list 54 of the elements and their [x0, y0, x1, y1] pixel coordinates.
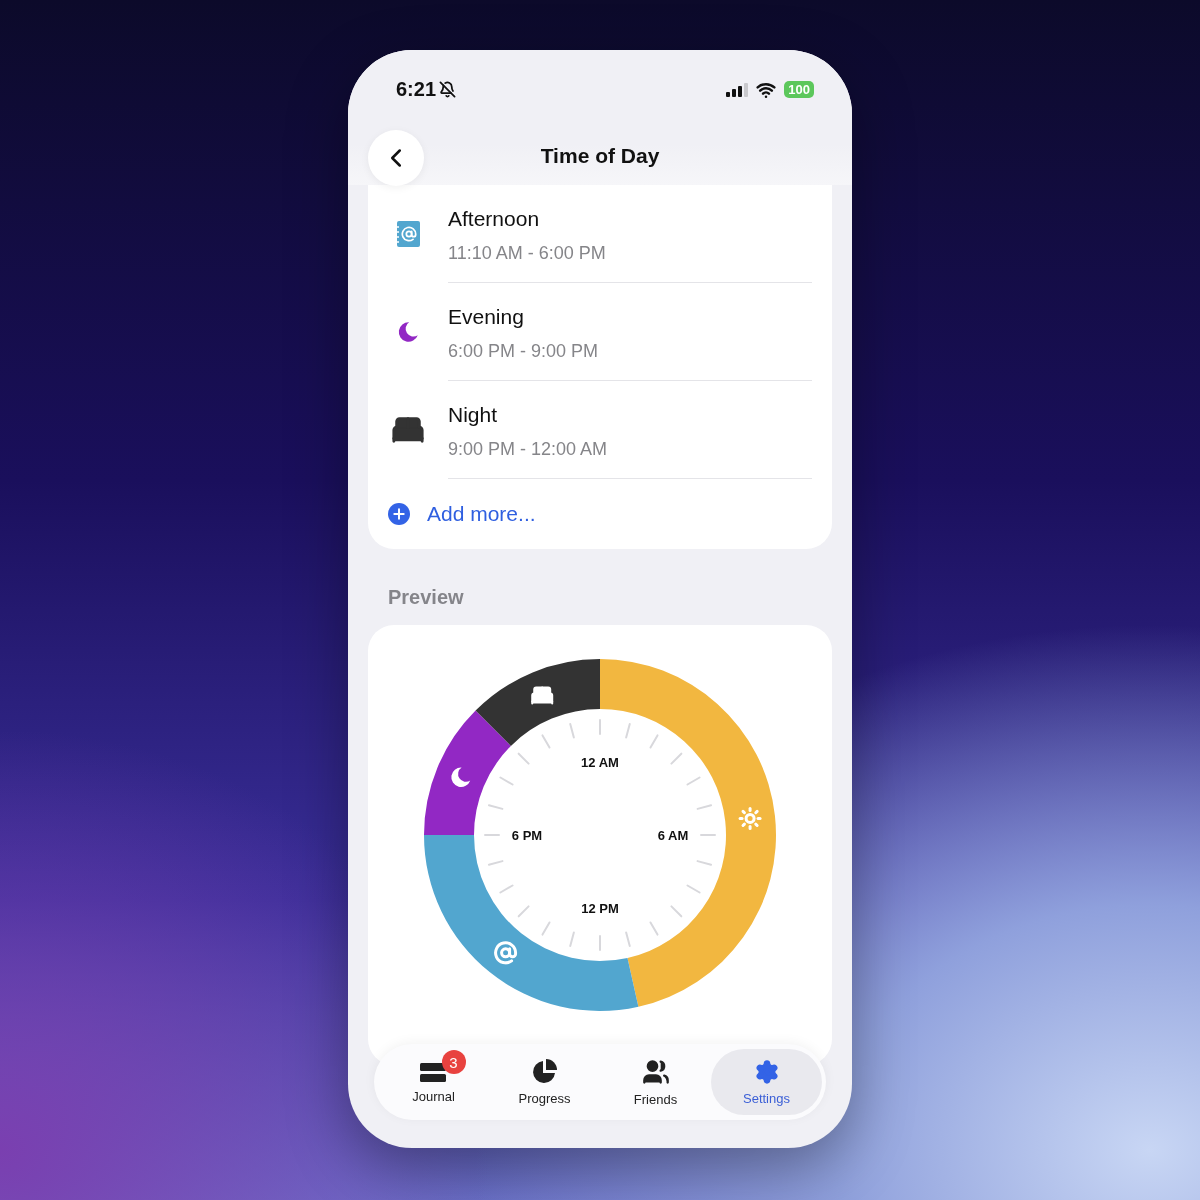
tick-mark	[696, 860, 713, 866]
tick-mark	[670, 905, 683, 918]
journal-icon	[419, 1060, 448, 1083]
period-time: 6:00 PM - 9:00 PM	[448, 341, 600, 362]
screen-title: Time of Day	[540, 144, 660, 168]
hour-label: 6 PM	[511, 828, 543, 843]
settings-icon	[753, 1058, 780, 1085]
tick-mark	[487, 804, 504, 810]
tick-mark	[670, 752, 683, 765]
clock-time: 6:21	[396, 78, 437, 101]
tick-mark	[700, 834, 716, 836]
tick-mark	[649, 734, 659, 749]
tick-mark	[517, 905, 530, 918]
hour-label: 6 AM	[657, 828, 689, 843]
period-name: Night	[448, 403, 499, 427]
tick-mark	[569, 931, 575, 948]
signal-icon	[726, 82, 749, 97]
tab-item[interactable]: Settings	[711, 1049, 822, 1115]
tick-mark	[541, 921, 551, 936]
plus-icon	[388, 503, 410, 525]
tab-item[interactable]: Journal 3	[378, 1049, 489, 1115]
count-badge: 3	[441, 1050, 466, 1074]
tick-mark	[649, 921, 659, 936]
tick-mark	[686, 884, 701, 894]
period-name: Evening	[448, 305, 525, 329]
tick-mark	[517, 752, 530, 765]
period-time: 11:10 AM - 6:00 PM	[448, 243, 607, 264]
notebook-icon	[495, 942, 516, 963]
tick-mark	[599, 935, 601, 951]
tab-item[interactable]: Friends	[600, 1049, 711, 1115]
hour-label: 12 PM	[581, 901, 619, 916]
tick-mark	[569, 722, 575, 739]
period-name: Afternoon	[448, 207, 541, 231]
tick-mark	[686, 776, 701, 786]
tick-mark	[696, 804, 713, 810]
pie-chart-icon	[531, 1058, 558, 1085]
tick-mark	[499, 884, 514, 894]
tick-mark	[487, 860, 504, 866]
people-icon	[641, 1057, 670, 1086]
tick-mark	[541, 734, 551, 749]
tick-mark	[625, 931, 631, 948]
moon-icon	[451, 767, 471, 787]
add-more-button[interactable]: Add more...	[368, 479, 832, 549]
tick-mark	[484, 834, 500, 836]
tab-item[interactable]: Progress	[489, 1049, 600, 1115]
section-title: Preview	[388, 586, 465, 609]
sun-icon	[740, 808, 761, 829]
muted-bell-icon	[439, 81, 457, 98]
period-time: 9:00 PM - 12:00 AM	[448, 439, 609, 460]
tick-mark	[599, 719, 601, 735]
tick-mark	[625, 722, 631, 739]
battery-level: 100	[784, 81, 814, 98]
hour-label: 12 AM	[581, 755, 619, 770]
tick-mark	[499, 776, 514, 786]
